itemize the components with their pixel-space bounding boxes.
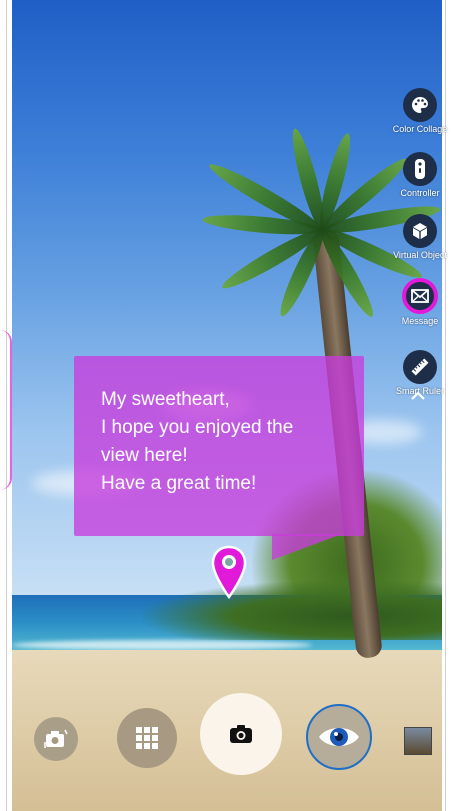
tool-label: Controller — [400, 188, 440, 198]
message-line: My sweetheart, — [101, 389, 230, 410]
message-line: view here! — [101, 445, 188, 466]
tool-message[interactable]: Message — [390, 278, 450, 326]
left-decoration — [0, 330, 12, 490]
shore-trees — [142, 580, 442, 640]
message-line: I hope you enjoyed the — [101, 417, 294, 438]
apps-grid-icon — [136, 727, 158, 749]
switch-camera-icon — [44, 729, 68, 748]
gallery-thumbnail[interactable] — [404, 727, 432, 755]
shutter-button[interactable] — [200, 693, 282, 775]
message-line: Have a great time! — [101, 473, 257, 494]
mail-icon[interactable] — [402, 278, 438, 314]
tool-virtual-object[interactable]: Virtual Object — [390, 214, 450, 260]
switch-camera-button[interactable] — [34, 717, 78, 761]
cube-icon[interactable] — [403, 214, 437, 248]
view-mode-button[interactable] — [306, 704, 372, 770]
tool-controller[interactable]: Controller — [390, 152, 450, 198]
chevron-up-icon[interactable] — [410, 388, 426, 404]
tool-label: Virtual Object — [393, 250, 447, 260]
tool-label: Message — [401, 316, 439, 326]
ruler-icon[interactable] — [403, 350, 437, 384]
controller-icon[interactable] — [403, 152, 437, 186]
camera-icon — [230, 725, 252, 743]
wave — [12, 640, 312, 650]
eye-icon — [319, 728, 359, 746]
location-pin-icon[interactable] — [211, 545, 247, 601]
palette-icon[interactable] — [403, 88, 437, 122]
message-text: My sweetheart, I hope you enjoyed the vi… — [101, 386, 361, 498]
bubble-tail — [272, 534, 342, 560]
tool-label: Color Collage — [392, 124, 448, 134]
apps-button[interactable] — [117, 708, 177, 768]
tool-color-collage[interactable]: Color Collage — [390, 88, 450, 134]
